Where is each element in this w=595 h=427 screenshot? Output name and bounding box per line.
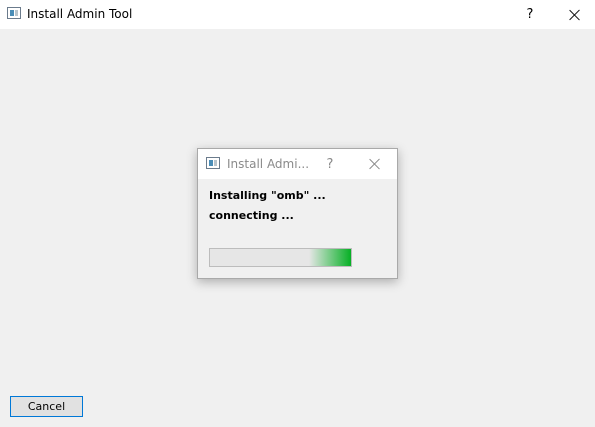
install-progress-dialog: Install Admi... ? Installing "omb" ... c… <box>197 148 398 279</box>
dialog-close-icon <box>369 158 381 170</box>
dialog-help-icon: ? <box>326 156 334 172</box>
install-progress-bar <box>209 248 352 267</box>
close-button[interactable] <box>555 0 595 29</box>
install-status-text: Installing "omb" ... <box>209 189 326 202</box>
cancel-button[interactable]: Cancel <box>10 396 83 417</box>
dialog-window-icon <box>206 157 220 169</box>
connection-status-text: connecting ... <box>209 209 294 222</box>
dialog-title: Install Admi... <box>227 157 310 171</box>
dialog-titlebar: Install Admi... ? <box>198 149 397 179</box>
dialog-close-button[interactable] <box>355 149 395 179</box>
progress-indicator <box>308 249 351 266</box>
help-button[interactable]: ? <box>510 0 550 29</box>
window-title: Install Admin Tool <box>27 7 133 21</box>
help-icon: ? <box>526 7 534 22</box>
app-window-icon <box>7 7 21 19</box>
close-icon <box>569 9 581 21</box>
window-titlebar: Install Admin Tool ? <box>0 0 595 29</box>
dialog-help-button[interactable]: ? <box>310 149 350 179</box>
